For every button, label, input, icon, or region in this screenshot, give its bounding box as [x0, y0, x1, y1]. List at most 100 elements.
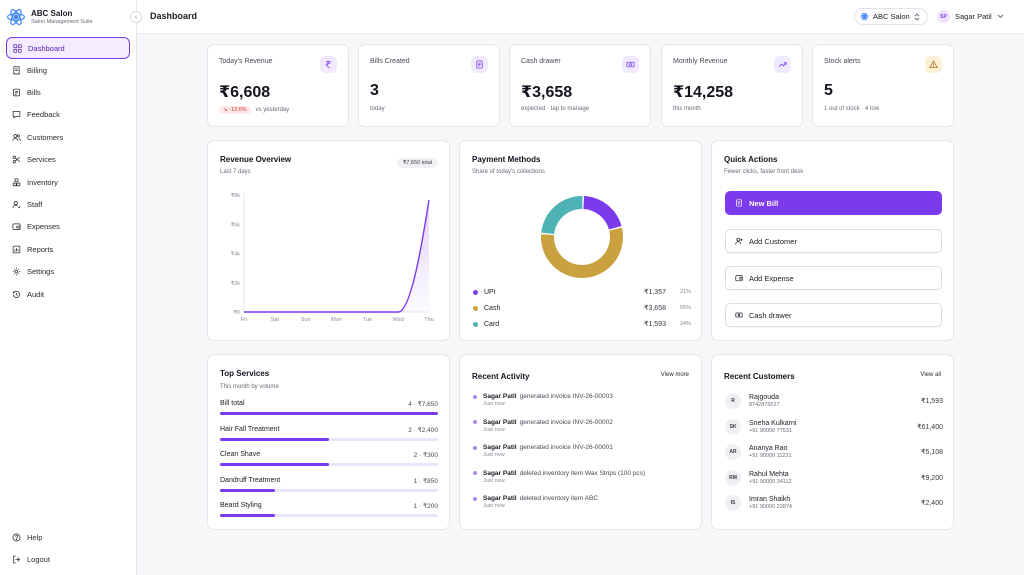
avatar: RM	[725, 469, 741, 486]
legend-percent: 24%	[679, 321, 691, 327]
service-row[interactable]: Bill total 4 · ₹7,650	[220, 400, 438, 415]
logout-icon	[13, 555, 21, 564]
customer-amount: ₹1,593	[921, 398, 943, 405]
customer-phone: 8742875527	[749, 402, 780, 408]
service-progress-fill	[220, 488, 275, 492]
service-progress-fill	[220, 514, 275, 518]
sidebar-item-bills[interactable]: Bills	[6, 81, 130, 103]
view-all-button[interactable]: View all	[920, 372, 941, 378]
stat-card-todays-revenue[interactable]: Today's Revenue ₹6,608 ↘ -13.6% vs yeste…	[207, 44, 349, 127]
bills-icon	[13, 88, 20, 97]
sidebar-item-billing[interactable]: Billing	[6, 59, 130, 81]
new-bill-button[interactable]: New Bill	[725, 191, 942, 215]
sidebar-item-services[interactable]: Services	[6, 149, 130, 171]
sidebar-item-logout[interactable]: Logout	[6, 548, 130, 570]
customer-row[interactable]: SK Sneha Kulkarni +91 90000 77531 ₹61,400	[725, 417, 943, 437]
message-icon	[12, 111, 21, 120]
activity-item[interactable]: Sagar Patil generated invoice INV-26-0000…	[473, 444, 693, 458]
brand-name: ABC Salon	[31, 9, 73, 18]
stat-icon-box	[622, 56, 639, 73]
recent-customers-card: Recent Customers View all R Rajgouda 87428…	[711, 354, 954, 530]
activity-time: Just now	[483, 401, 505, 407]
stat-sub-text: expected · tap to manage	[521, 106, 590, 112]
stat-card-bills-created[interactable]: Bills Created 3 today	[358, 44, 500, 127]
donut-slice-upi[interactable]	[583, 196, 622, 230]
brand-subtitle: Salon Management Suite	[31, 19, 93, 25]
service-row[interactable]: Clean Shave 2 · ₹300	[220, 451, 438, 467]
service-row[interactable]: Beard Styling 1 · ₹200	[220, 502, 438, 518]
brand[interactable]: ABC Salon Salon Management Suite	[6, 7, 93, 27]
sidebar-item-audit[interactable]: Audit	[6, 283, 130, 305]
sidebar-item-feedback[interactable]: Feedback	[6, 104, 130, 126]
sidebar-collapse-button[interactable]: ‹	[130, 11, 142, 23]
customer-row[interactable]: IS Imran Shaikh +91 90000 22874 ₹2,400	[725, 493, 943, 513]
activity-line: Sagar Patil deleted inventory item Wax St…	[473, 470, 693, 477]
payment-donut-chart[interactable]	[460, 181, 703, 321]
legend-name: Cash	[484, 304, 501, 312]
chart-icon	[12, 245, 21, 254]
stat-value: ₹14,258	[673, 84, 734, 101]
stat-card-cash-drawer[interactable]: Cash drawer ₹3,658 expected · tap to man…	[509, 44, 651, 127]
y-tick-label: ₹4k	[231, 251, 241, 258]
activity-item[interactable]: Sagar Patil generated invoice INV-26-0000…	[473, 393, 693, 407]
stat-card-stock-alerts[interactable]: Stock alerts 5 1 out of stock · 4 low	[812, 44, 954, 127]
sidebar-item-label: Audit	[27, 289, 45, 299]
service-row[interactable]: Hair Fall Treatment 2 · ₹2,400	[220, 426, 438, 441]
sidebar-item-staff[interactable]: Staff	[6, 193, 130, 215]
service-name: Bill total	[220, 400, 245, 407]
customer-row[interactable]: R Rajgouda 8742875527 ₹1,593	[725, 391, 943, 411]
donut-slice-cash[interactable]	[541, 227, 623, 279]
legend-dot	[473, 289, 478, 295]
activity-item[interactable]: Sagar Patil generated invoice INV-26-0000…	[473, 419, 693, 433]
activity-user: Sagar Patil	[483, 469, 517, 477]
sidebar-item-dashboard[interactable]: Dashboard	[6, 37, 130, 59]
add-expense-button[interactable]: Add Expense	[725, 266, 942, 290]
sidebar-item-inventory[interactable]: Inventory	[6, 171, 130, 193]
activity-user: Sagar Patil	[483, 393, 517, 400]
card-title: Payment Methods	[472, 155, 541, 164]
sidebar-nav: Dashboard Billing Bills Feedback Custome…	[6, 37, 130, 305]
cash-drawer-button[interactable]: Cash drawer	[725, 303, 942, 327]
card-title: Recent Customers	[724, 372, 795, 381]
add-customer-button[interactable]: Add Customer	[725, 229, 942, 253]
document-icon	[476, 60, 483, 69]
y-tick-label: ₹2k	[231, 280, 241, 287]
stat-icon-box	[925, 56, 942, 73]
sidebar-item-label: Reports	[27, 244, 54, 254]
activity-time: Just now	[483, 477, 505, 484]
customer-amount: ₹9,200	[921, 474, 943, 482]
scissors-icon	[12, 155, 21, 164]
activity-text: generated invoice INV-26-00001	[519, 444, 613, 452]
activity-item[interactable]: Sagar Patil deleted inventory item ABC Jus…	[473, 495, 693, 509]
user-menu[interactable]: SP Sagar Patil	[937, 8, 1004, 25]
sidebar-item-label: Customers	[27, 132, 64, 142]
revenue-chart[interactable]: ₹0 ₹2k ₹4k ₹6k ₹8k Fri Sat Sun Mon Tue Wed Thu	[208, 141, 451, 342]
grid-icon	[13, 43, 22, 53]
activity-item[interactable]: Sagar Patil deleted inventory item Wax St…	[473, 470, 693, 484]
stat-icon-box	[471, 56, 488, 73]
stat-icon-box	[774, 56, 791, 73]
salon-select-value: ABC Salon	[873, 12, 910, 21]
sidebar-item-label: Feedback	[27, 110, 60, 120]
sidebar-item-settings[interactable]: Settings	[6, 261, 130, 283]
new-bill-icon	[736, 199, 742, 207]
avatar: AR	[725, 444, 741, 461]
x-tick-label: Mon	[331, 317, 342, 323]
service-name: Hair Fall Treatment	[220, 425, 280, 433]
activity-dot	[473, 445, 477, 450]
sidebar-item-expenses[interactable]: Expenses	[6, 216, 130, 238]
customer-row[interactable]: RM Rahul Mehta +91 90000 34112 ₹9,200	[725, 468, 943, 488]
y-tick-label: ₹8k	[231, 192, 241, 199]
activity-text: deleted inventory item Wax Strips (100 p…	[519, 469, 646, 477]
sidebar-item-reports[interactable]: Reports	[6, 238, 130, 260]
stat-card-monthly-revenue[interactable]: Monthly Revenue ₹14,258 this month	[661, 44, 803, 127]
service-row[interactable]: Dandruff Treatment 1 · ₹850	[220, 477, 438, 492]
view-more-button[interactable]: View more	[661, 372, 689, 378]
donut-slice-card[interactable]	[541, 196, 583, 235]
salon-select[interactable]: ABC Salon	[854, 8, 928, 25]
sidebar-item-help[interactable]: Help	[6, 526, 130, 548]
atom-icon	[7, 9, 25, 25]
sidebar-item-customers[interactable]: Customers	[6, 126, 130, 148]
service-row-header: Hair Fall Treatment 2 · ₹2,400	[220, 426, 438, 434]
customer-row[interactable]: AR Ananya Rao +91 90000 11221 ₹5,108	[725, 442, 943, 462]
